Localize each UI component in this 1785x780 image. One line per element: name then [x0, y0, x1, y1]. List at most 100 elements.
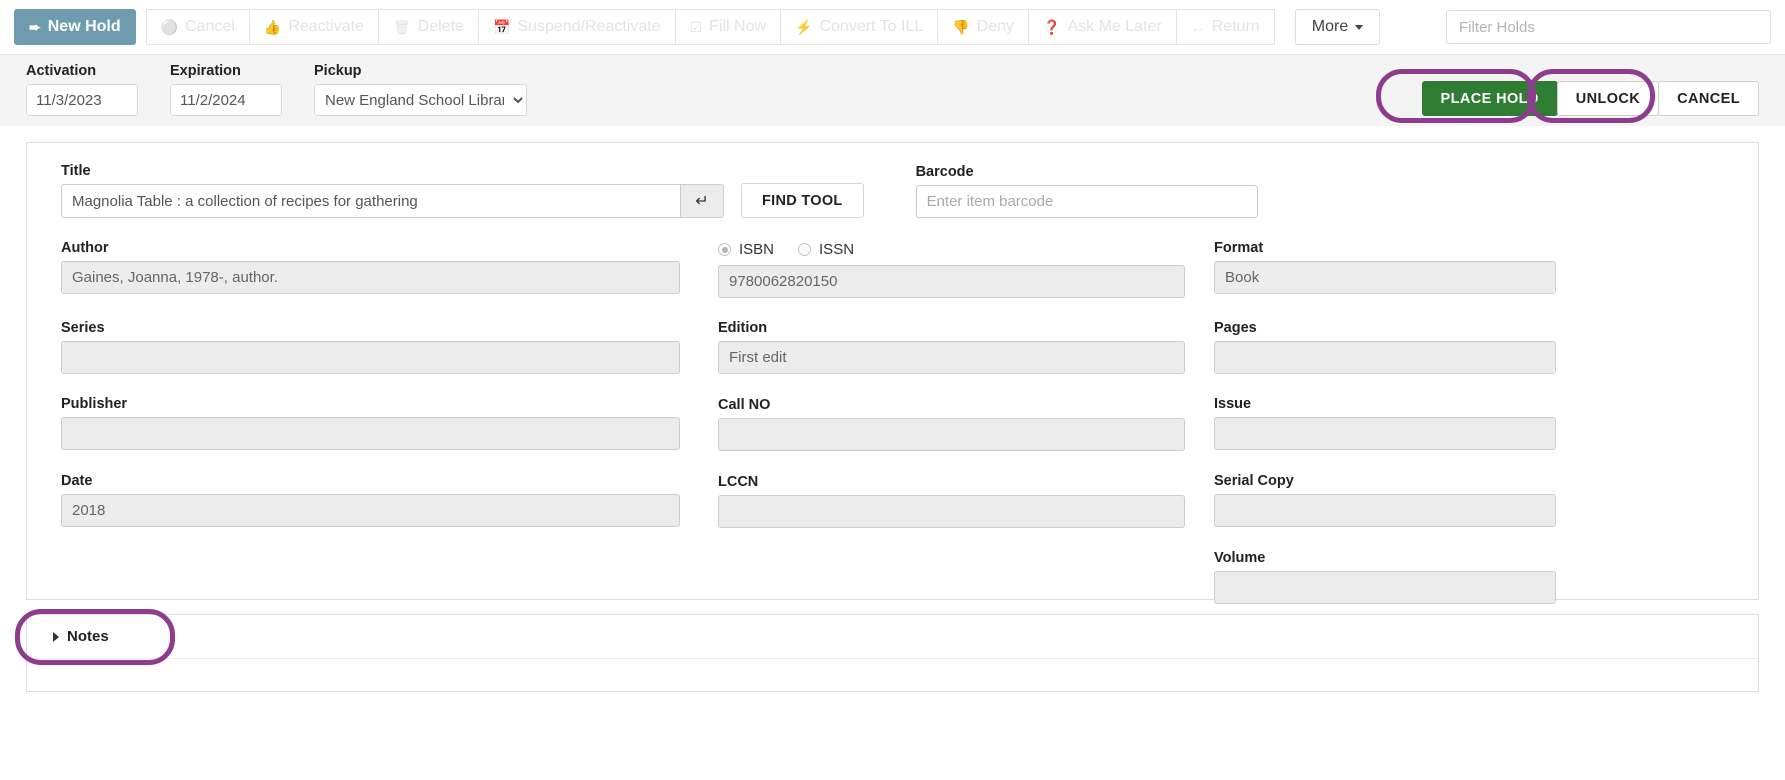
minus-circle-icon: ⚪	[160, 19, 179, 35]
series-input[interactable]	[61, 341, 680, 374]
ask-me-later-label: Ask Me Later	[1067, 18, 1162, 35]
series-label: Series	[61, 320, 105, 336]
title-row: Title ↵ FIND TOOL Barcode	[61, 163, 1724, 218]
author-field: Author	[61, 240, 718, 298]
serial-copy-label: Serial Copy	[1214, 473, 1294, 489]
barcode-input[interactable]	[915, 185, 1258, 218]
pages-label: Pages	[1214, 320, 1257, 336]
delete-label: Delete	[417, 18, 464, 35]
cancel-hold-button[interactable]: ⚪ Cancel	[145, 9, 250, 45]
cancel-button[interactable]: CANCEL	[1658, 81, 1759, 116]
more-button[interactable]: More	[1294, 9, 1381, 45]
publisher-input[interactable]	[61, 417, 680, 450]
title-input-wrap	[61, 184, 680, 218]
reactivate-label: Reactivate	[288, 18, 364, 35]
date-field: Date	[61, 473, 718, 528]
thumbs-up-icon: 👍	[263, 19, 282, 35]
call-no-field: Call NO	[718, 396, 1185, 451]
volume-input[interactable]	[1214, 571, 1556, 604]
sign-in-icon: ➨	[29, 19, 41, 35]
isbn-label: ISBN	[739, 241, 775, 258]
format-input[interactable]	[1214, 261, 1556, 294]
identifier-input[interactable]	[718, 265, 1185, 298]
notes-toggle[interactable]: Notes	[27, 615, 1758, 659]
format-label: Format	[1214, 240, 1264, 256]
date-input[interactable]	[61, 494, 680, 527]
calendar-icon: 📅	[492, 19, 511, 35]
bolt-icon: ⚡	[795, 19, 813, 35]
deny-button[interactable]: 👎 Deny	[937, 9, 1030, 45]
new-hold-button[interactable]: ➨ New Hold	[14, 9, 136, 45]
title-field: Title ↵	[61, 163, 724, 218]
expiration-date-input[interactable]	[170, 84, 282, 116]
trash-icon: 🗑	[392, 19, 411, 35]
question-circle-icon: ❓	[1043, 19, 1061, 35]
issue-field: Issue	[1214, 396, 1556, 451]
call-no-input[interactable]	[718, 418, 1185, 451]
pickup-field: Pickup New England School Library	[314, 63, 527, 116]
series-field: Series	[61, 320, 718, 374]
author-label: Author	[61, 240, 109, 256]
convert-to-ill-label: Convert To ILL	[819, 18, 924, 35]
pages-input[interactable]	[1214, 341, 1556, 374]
lccn-input[interactable]	[718, 495, 1185, 528]
notes-panel: Notes	[15, 609, 1759, 692]
title-input-group: ↵	[61, 184, 724, 218]
hold-settings-bar: Activation Expiration Pickup New England…	[0, 54, 1785, 126]
call-no-label: Call NO	[718, 397, 771, 413]
check-square-icon: ☑	[689, 19, 703, 35]
activation-label: Activation	[26, 63, 97, 79]
publisher-label: Publisher	[61, 396, 128, 412]
title-label: Title	[61, 163, 91, 179]
issue-label: Issue	[1214, 396, 1252, 412]
date-label: Date	[61, 473, 93, 489]
place-hold-button[interactable]: PLACE HOLD	[1421, 81, 1558, 116]
cancel-hold-label: Cancel	[185, 18, 235, 35]
form-row-series: Series Edition Pages	[61, 320, 1724, 374]
ask-me-later-button[interactable]: ❓ Ask Me Later	[1028, 9, 1177, 45]
suspend-reactivate-button[interactable]: 📅 Suspend/Reactivate	[477, 9, 676, 45]
unlock-button[interactable]: UNLOCK	[1556, 81, 1660, 116]
hold-action-buttons: PLACE HOLD UNLOCK CANCEL	[1421, 81, 1759, 116]
activation-date-input[interactable]	[26, 84, 138, 116]
serial-copy-field: Serial Copy	[1214, 473, 1556, 528]
expiration-label: Expiration	[170, 63, 241, 79]
return-button[interactable]: ← Return	[1175, 9, 1275, 45]
find-tool-button[interactable]: FIND TOOL	[741, 183, 864, 218]
serial-copy-input[interactable]	[1214, 494, 1556, 527]
expiration-field: Expiration	[170, 63, 282, 116]
convert-to-ill-button[interactable]: ⚡ Convert To ILL	[780, 9, 939, 45]
chevron-down-icon	[1355, 24, 1364, 30]
edition-field: Edition	[718, 320, 1185, 374]
notes-label: Notes	[67, 628, 109, 645]
delete-button[interactable]: 🗑 Delete	[377, 9, 479, 45]
enter-arrow-icon: ↵	[695, 193, 709, 210]
author-input[interactable]	[61, 261, 680, 294]
lccn-label: LCCN	[718, 474, 759, 490]
fill-now-button[interactable]: ☑ Fill Now	[674, 9, 782, 45]
title-submit-button[interactable]: ↵	[680, 184, 724, 218]
edition-label: Edition	[718, 320, 768, 336]
filter-holds-input[interactable]	[1446, 10, 1771, 44]
volume-label: Volume	[1214, 550, 1266, 566]
lccn-field: LCCN	[718, 473, 1185, 528]
main-toolbar: ➨ New Hold ⚪ Cancel 👍 Reactivate 🗑 Delet…	[0, 0, 1785, 54]
reactivate-button[interactable]: 👍 Reactivate	[248, 9, 379, 45]
fill-now-label: Fill Now	[709, 18, 767, 35]
more-label: More	[1311, 18, 1349, 35]
title-input[interactable]	[61, 184, 680, 218]
issn-label: ISSN	[819, 241, 855, 258]
issn-radio[interactable]	[798, 243, 812, 256]
edition-input[interactable]	[718, 341, 1185, 374]
barcode-field: Barcode	[915, 164, 1258, 218]
issue-input[interactable]	[1214, 417, 1556, 450]
new-hold-label: New Hold	[47, 18, 121, 35]
suspend-reactivate-label: Suspend/Reactivate	[517, 18, 661, 35]
isbn-radio[interactable]	[718, 243, 731, 256]
pickup-location-select[interactable]: New England School Library	[314, 84, 527, 116]
activation-field: Activation	[26, 63, 138, 116]
toolbar-button-group: ➨ New Hold ⚪ Cancel 👍 Reactivate 🗑 Delet…	[14, 9, 1275, 45]
deny-label: Deny	[976, 18, 1015, 35]
form-row-date: Date LCCN Serial Copy	[61, 473, 1724, 528]
form-row-volume: Volume	[61, 550, 1724, 604]
